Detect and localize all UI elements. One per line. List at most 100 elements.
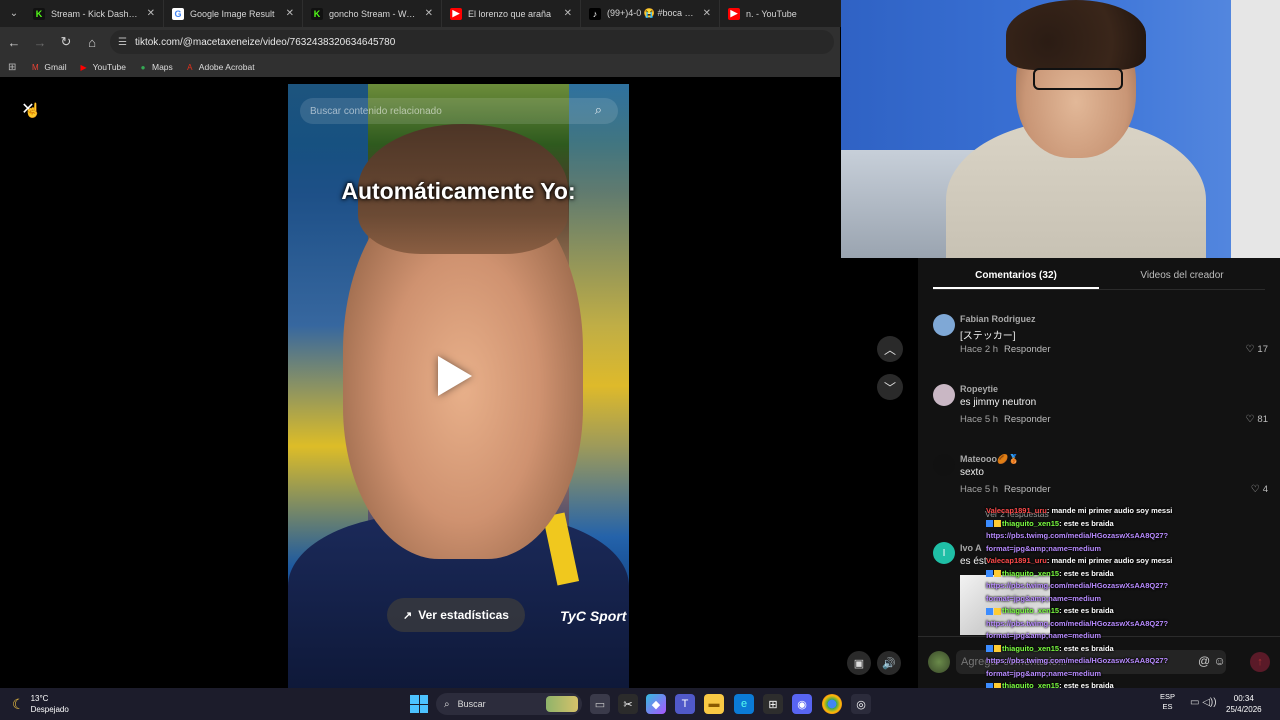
address-bar[interactable]: ☰ tiktok.com/@macetaxeneize/video/763243…: [110, 30, 834, 54]
tab-creator-videos[interactable]: Videos del creador: [1099, 266, 1265, 289]
close-tab-icon[interactable]: ✕: [286, 8, 294, 19]
browser-tab[interactable]: Kgoncho Stream - Watch L ✕: [303, 0, 442, 27]
teams-icon[interactable]: T: [675, 694, 695, 714]
view-stats-button[interactable]: ↗ Ver estadísticas: [387, 598, 525, 632]
discord-icon[interactable]: ◉: [792, 694, 812, 714]
video-player[interactable]: Buscar contenido relacionado ⌕ Automátic…: [288, 84, 629, 688]
like-count: 4: [1262, 484, 1268, 495]
comment-text: [ステッカー]: [960, 331, 1016, 342]
video-caption: Automáticamente Yo:: [341, 178, 576, 204]
comment-username[interactable]: Ivo A: [960, 543, 982, 553]
copilot-icon[interactable]: ◆: [646, 694, 666, 714]
webcam-glasses: [1033, 68, 1123, 90]
forward-icon[interactable]: →: [28, 30, 52, 54]
avatar[interactable]: [933, 314, 955, 336]
weather-widget[interactable]: ☾ 13°C Despejado: [12, 693, 69, 715]
task-view-icon[interactable]: ▭: [590, 694, 610, 714]
site-info-icon[interactable]: ☰: [118, 37, 127, 48]
chrome-icon[interactable]: [822, 694, 842, 714]
comment-text: sexto: [960, 467, 984, 478]
browser-tab[interactable]: K Stream - Kick Dashboard ✕: [25, 0, 164, 27]
edge-icon[interactable]: e: [734, 694, 754, 714]
chat-badge-icon: [994, 607, 1001, 615]
reload-icon[interactable]: ↻: [54, 30, 78, 54]
chat-badge-icon: [994, 520, 1001, 528]
close-tab-icon[interactable]: ✕: [703, 8, 711, 19]
chat-link[interactable]: format=jpg&amp;name=medium: [986, 594, 1101, 603]
file-explorer-icon[interactable]: ▬: [704, 694, 724, 714]
reply-button[interactable]: Responder: [1004, 414, 1050, 425]
chat-message: https://pbs.twimg.com/media/HGozaswXsAA8…: [986, 530, 1280, 543]
system-clock[interactable]: 00:34 25/4/2026: [1226, 693, 1262, 715]
chat-badge-icon: [986, 520, 993, 528]
chat-message: format=jpg&amp;name=medium: [986, 630, 1280, 643]
bookmark-youtube[interactable]: ▶ YouTube: [79, 62, 126, 72]
search-icon[interactable]: ⌕: [595, 102, 602, 118]
reply-button[interactable]: Responder: [1004, 484, 1050, 495]
chat-username[interactable]: thiaguito_xen15: [1002, 644, 1059, 653]
tab-comments[interactable]: Comentarios (32): [933, 266, 1099, 289]
home-icon[interactable]: ⌂: [80, 30, 104, 54]
capcut-icon[interactable]: ✂: [618, 694, 638, 714]
bookmark-label: YouTube: [92, 62, 126, 72]
kick-icon: K: [33, 7, 45, 20]
chat-username[interactable]: thiaguito_xen15: [1002, 519, 1059, 528]
chat-link[interactable]: format=jpg&amp;name=medium: [986, 669, 1101, 678]
close-tab-icon[interactable]: ✕: [147, 8, 155, 19]
close-tab-icon[interactable]: ✕: [564, 8, 572, 19]
bookmark-gmail[interactable]: M Gmail: [30, 62, 67, 72]
microsoft-store-icon[interactable]: ⊞: [763, 694, 783, 714]
language-indicator[interactable]: ESP ES: [1160, 692, 1175, 712]
browser-tab[interactable]: ♪ (99+)4-0 😭 #boca #futb ✕: [581, 0, 720, 27]
comment-username[interactable]: Mateooo🏉🥉: [960, 454, 1019, 465]
chat-link[interactable]: format=jpg&amp;name=medium: [986, 631, 1101, 640]
comment-username[interactable]: Fabian Rodriguez: [960, 314, 1036, 324]
next-video-chevron-down-icon[interactable]: ﹀: [877, 374, 903, 400]
gmail-icon: M: [32, 62, 39, 72]
related-search-input[interactable]: Buscar contenido relacionado ⌕: [300, 98, 618, 124]
reply-button[interactable]: Responder: [1004, 344, 1050, 355]
chat-link[interactable]: https://pbs.twimg.com/media/HGozaswXsAA8…: [986, 656, 1168, 665]
tab-label: Google Image Result: [190, 8, 275, 19]
previous-video-chevron-up-icon[interactable]: ︿: [877, 336, 903, 362]
tab-search-icon[interactable]: ⌄: [3, 3, 25, 25]
apps-grid-icon[interactable]: ⊞: [8, 62, 16, 73]
avatar[interactable]: I: [933, 542, 955, 564]
chat-username[interactable]: Valecap1891_uru: [986, 556, 1047, 565]
back-icon[interactable]: ←: [2, 30, 26, 54]
tyc-watermark: TyC Sport: [560, 608, 627, 624]
bookmark-adobe-acrobat[interactable]: A Adobe Acrobat: [185, 62, 254, 72]
taskbar-search-input[interactable]: ⌕ Buscar: [436, 693, 582, 715]
like-button[interactable]: ♡ 17: [1245, 344, 1268, 355]
browser-tab[interactable]: G Google Image Result ✕: [164, 0, 303, 27]
bookmark-maps[interactable]: ● Maps: [138, 62, 173, 72]
like-button[interactable]: ♡ 81: [1245, 414, 1268, 425]
avatar[interactable]: [933, 454, 955, 476]
browser-tab[interactable]: ▶ El lorenzo que araña ✕: [442, 0, 581, 27]
floating-player-icon[interactable]: ▣: [847, 651, 871, 675]
chat-username[interactable]: thiaguito_xen15: [1002, 606, 1059, 615]
chat-username[interactable]: Valecap1891_uru: [986, 506, 1047, 515]
comment-meta: Hace 5 h Responder: [960, 484, 1051, 495]
like-button[interactable]: ♡ 4: [1251, 484, 1268, 495]
play-icon[interactable]: [438, 356, 472, 396]
chat-link[interactable]: https://pbs.twimg.com/media/HGozaswXsAA8…: [986, 531, 1168, 540]
chat-username[interactable]: thiaguito_xen15: [1002, 569, 1059, 578]
comment-username[interactable]: Ropeytie: [960, 384, 998, 394]
tab-label: Stream - Kick Dashboard: [51, 8, 141, 19]
chat-link[interactable]: https://pbs.twimg.com/media/HGozaswXsAA8…: [986, 619, 1168, 628]
network-volume-icons[interactable]: ▭ ◁)): [1190, 697, 1217, 708]
windows-start-icon[interactable]: [410, 695, 428, 713]
browser-tab[interactable]: ▶n. - YouTube✕: [720, 0, 859, 27]
hand-cursor-icon: ☝: [24, 102, 42, 118]
obs-icon[interactable]: ◎: [851, 694, 871, 714]
comment-time: Hace 2 h: [960, 344, 999, 355]
chat-link[interactable]: format=jpg&amp;name=medium: [986, 544, 1101, 553]
webcam-hair: [1006, 0, 1146, 70]
volume-icon[interactable]: 🔊: [877, 651, 901, 675]
avatar[interactable]: [933, 384, 955, 406]
close-tab-icon[interactable]: ✕: [425, 8, 433, 19]
screen: ⌄ K Stream - Kick Dashboard ✕ G Google Image…: [0, 0, 1280, 720]
chat-link[interactable]: https://pbs.twimg.com/media/HGozaswXsAA8…: [986, 581, 1168, 590]
chat-badge-icon: [994, 645, 1001, 653]
